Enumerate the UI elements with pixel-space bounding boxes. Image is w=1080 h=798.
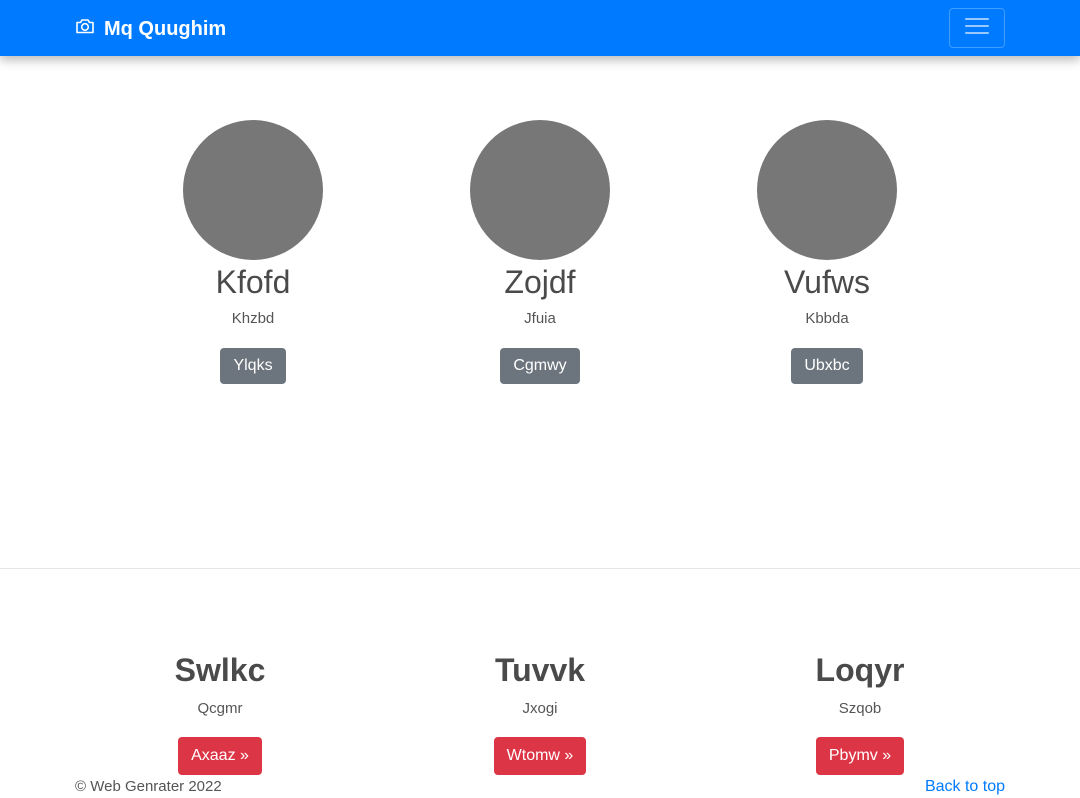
team-member-name: Vufws: [784, 264, 870, 300]
back-to-top-link[interactable]: Back to top: [925, 777, 1005, 797]
feature-title: Loqyr: [815, 652, 905, 688]
navbar-toggler-button[interactable]: [949, 8, 1005, 48]
feature-text: Qcgmr: [197, 700, 243, 717]
avatar: [183, 120, 323, 260]
section-divider: [0, 568, 1080, 569]
feature-column: Tuvvk Jxogi Wtomw »: [380, 650, 700, 775]
feature-title: Tuvvk: [494, 652, 586, 688]
team-member-role: Kbbda: [805, 310, 849, 327]
navbar: Mq Quughim: [0, 0, 1080, 56]
feature-button[interactable]: Axaaz »: [178, 737, 262, 775]
team-card: Kfofd Khzbd Ylqks: [113, 120, 393, 384]
feature-text: Szqob: [838, 700, 882, 717]
hamburger-menu-icon: [962, 11, 992, 46]
team-card: Zojdf Jfuia Cgmwy: [400, 120, 680, 384]
team-member-button[interactable]: Ylqks: [220, 348, 286, 384]
feature-text: Jxogi: [522, 700, 558, 717]
navbar-brand[interactable]: Mq Quughim: [75, 16, 226, 42]
team-member-name: Zojdf: [504, 264, 576, 300]
avatar: [757, 120, 897, 260]
feature-button[interactable]: Pbymv »: [815, 737, 905, 775]
team-member-role: Khzbd: [231, 310, 275, 327]
team-card: Vufws Kbbda Ubxbc: [687, 120, 967, 384]
team-member-button[interactable]: Cgmwy: [500, 348, 580, 384]
feature-column: Loqyr Szqob Pbymv »: [700, 650, 1020, 775]
brand-label: Mq Quughim: [104, 18, 227, 40]
team-member-name: Kfofd: [215, 264, 291, 300]
team-member-role: Jfuia: [524, 310, 556, 327]
footer-copyright: © Web Genrater 2022: [75, 778, 222, 795]
feature-button[interactable]: Wtomw »: [493, 737, 587, 775]
team-member-button[interactable]: Ubxbc: [791, 348, 863, 384]
avatar: [470, 120, 610, 260]
feature-column: Swlkc Qcgmr Axaaz »: [60, 650, 380, 775]
camera-icon: [75, 16, 104, 42]
feature-title: Swlkc: [174, 652, 266, 688]
